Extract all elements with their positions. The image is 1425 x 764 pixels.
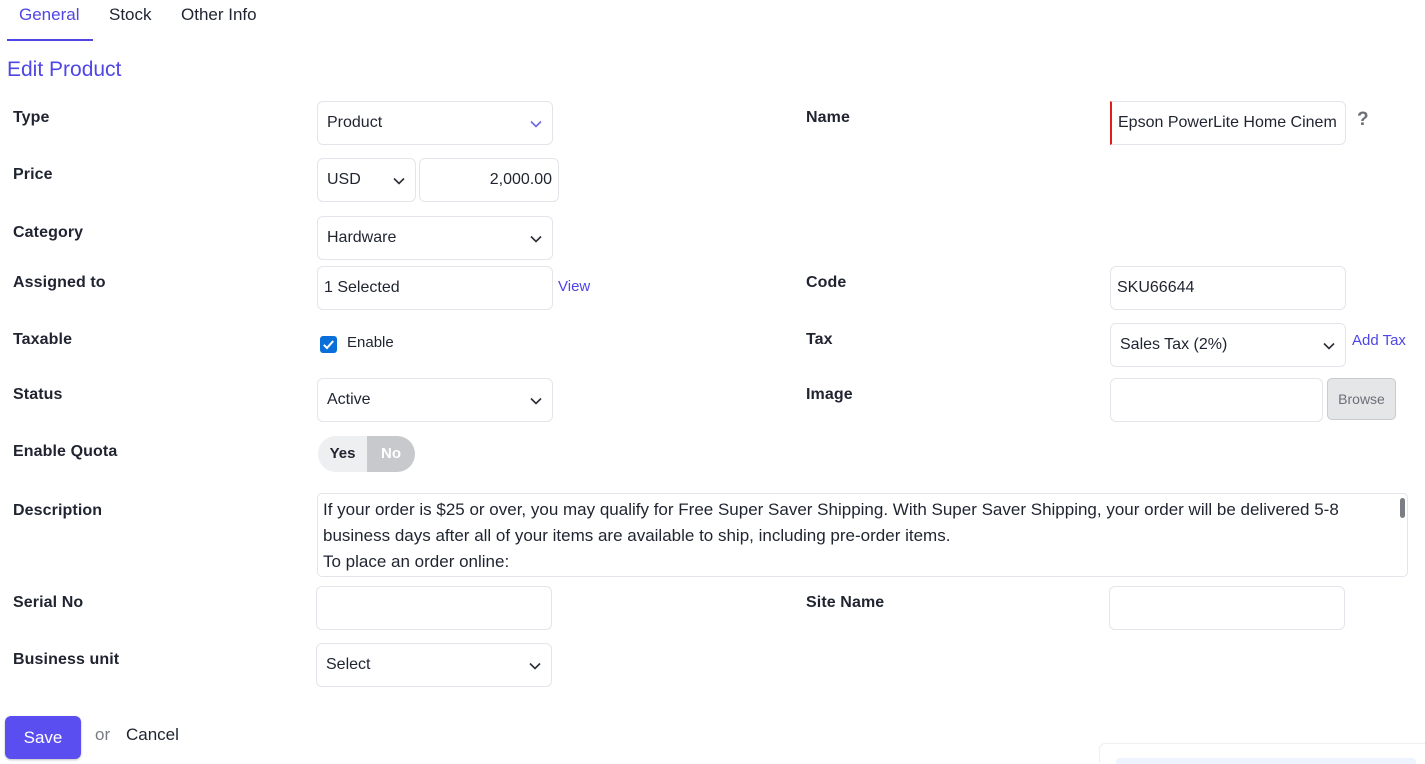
- chevron-down-icon: [528, 659, 542, 673]
- serial-no-label: Serial No: [13, 594, 84, 611]
- status-label: Status: [13, 386, 63, 403]
- enable-quota-toggle[interactable]: Yes No: [318, 436, 415, 472]
- chevron-down-icon: [529, 232, 543, 246]
- site-name-label: Site Name: [806, 594, 885, 611]
- chevron-down-icon: [529, 394, 543, 408]
- view-assigned-link[interactable]: View: [558, 278, 590, 295]
- tax-label: Tax: [806, 331, 833, 348]
- site-name-input[interactable]: [1109, 586, 1345, 630]
- description-label: Description: [13, 502, 103, 519]
- description-textarea[interactable]: If your order is $25 or over, you may qu…: [317, 493, 1408, 577]
- tax-select-value: Sales Tax (2%): [1120, 336, 1228, 353]
- assigned-to-label: Assigned to: [13, 274, 106, 291]
- quota-yes-option[interactable]: Yes: [318, 436, 367, 472]
- cancel-link[interactable]: Cancel: [126, 725, 179, 745]
- tax-select[interactable]: Sales Tax (2%): [1110, 323, 1346, 367]
- active-tab-indicator: [7, 39, 93, 41]
- image-label: Image: [806, 386, 853, 403]
- name-label: Name: [806, 109, 850, 126]
- partial-panel-inner: [1116, 758, 1416, 764]
- code-label: Code: [806, 274, 847, 291]
- code-input[interactable]: SKU66644: [1110, 266, 1346, 310]
- description-line: If your order is $25 or over, you may qu…: [323, 500, 1339, 545]
- chevron-down-icon: [1322, 339, 1336, 353]
- business-unit-select-value: Select: [326, 656, 371, 673]
- business-unit-label: Business unit: [13, 651, 120, 668]
- taxable-checkbox[interactable]: [320, 336, 337, 353]
- quota-no-option[interactable]: No: [367, 436, 415, 472]
- taxable-label: Taxable: [13, 331, 73, 348]
- taxable-checkbox-label[interactable]: Enable: [347, 334, 394, 351]
- browse-button[interactable]: Browse: [1327, 378, 1396, 420]
- name-input[interactable]: Epson PowerLite Home Cinem: [1110, 101, 1346, 145]
- type-select[interactable]: Product: [317, 101, 553, 145]
- status-select-value: Active: [327, 391, 371, 408]
- tab-general[interactable]: General: [19, 0, 79, 40]
- enable-quota-label: Enable Quota: [13, 443, 118, 460]
- chevron-down-icon: [529, 117, 543, 131]
- status-select[interactable]: Active: [317, 378, 553, 422]
- price-label: Price: [13, 166, 53, 183]
- description-scrollbar[interactable]: [1400, 498, 1405, 518]
- serial-no-input[interactable]: [316, 586, 552, 630]
- category-select-value: Hardware: [327, 229, 397, 246]
- tab-stock[interactable]: Stock: [109, 0, 152, 40]
- category-select[interactable]: Hardware: [317, 216, 553, 260]
- or-separator: or: [95, 725, 111, 744]
- chevron-down-icon: [392, 174, 406, 188]
- page-title: Edit Product: [7, 58, 122, 81]
- type-label: Type: [13, 109, 50, 126]
- assigned-to-field[interactable]: 1 Selected: [317, 266, 553, 310]
- tab-other-info[interactable]: Other Info: [181, 0, 257, 40]
- category-label: Category: [13, 224, 84, 241]
- checkmark-icon: [323, 340, 334, 350]
- price-amount-input[interactable]: 2,000.00: [419, 158, 559, 202]
- currency-select-value: USD: [327, 171, 361, 188]
- currency-select[interactable]: USD: [317, 158, 416, 202]
- save-button[interactable]: Save: [5, 716, 81, 759]
- business-unit-select[interactable]: Select: [316, 643, 552, 687]
- image-file-input[interactable]: [1110, 378, 1323, 422]
- description-line: To place an order online:: [323, 552, 510, 571]
- help-icon[interactable]: ?: [1357, 109, 1369, 131]
- type-select-value: Product: [327, 114, 383, 131]
- partial-panel: [1099, 743, 1425, 764]
- add-tax-link[interactable]: Add Tax: [1352, 332, 1406, 349]
